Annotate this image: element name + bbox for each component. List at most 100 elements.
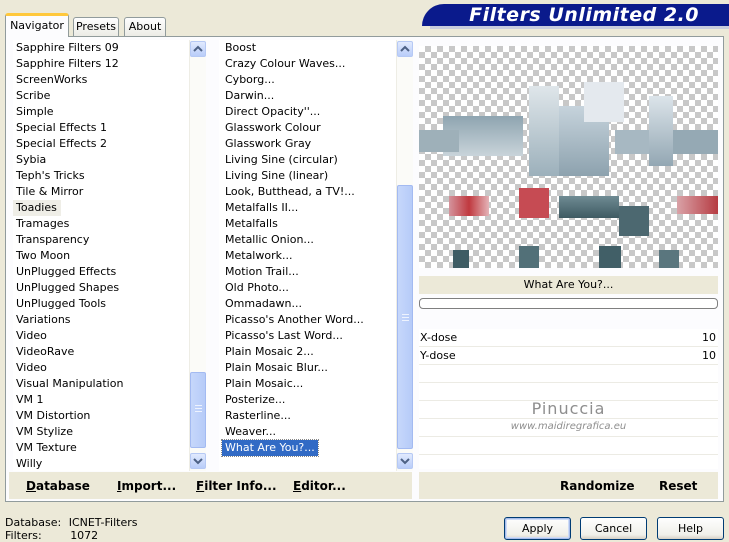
list-item[interactable]: Crazy Colour Waves... [222, 56, 413, 72]
randomize-button[interactable]: Randomize [560, 479, 634, 493]
filter-preview-image [419, 46, 718, 268]
list-item[interactable]: Weaver... [222, 424, 413, 440]
list-item[interactable]: Plain Mosaic... [222, 376, 413, 392]
param-label: Y-dose [420, 349, 456, 362]
chevron-up-icon [193, 45, 203, 52]
import-button[interactable]: Import... [117, 479, 176, 493]
list-item[interactable]: Picasso's Another Word... [222, 312, 413, 328]
list-item[interactable]: Metalfalls II... [222, 200, 413, 216]
database-value: ICNET-Filters [68, 516, 138, 529]
app-title: Filters Unlimited 2.0 [422, 4, 729, 26]
list-item[interactable]: Video [13, 328, 206, 344]
chevron-down-icon [400, 458, 410, 465]
list-item[interactable]: Glasswork Gray [222, 136, 413, 152]
list-item[interactable]: Look, Butthead, a TV!... [222, 184, 413, 200]
list-item[interactable]: VideoRave [13, 344, 206, 360]
list-item[interactable]: Living Sine (linear) [222, 168, 413, 184]
database-button[interactable]: Database [26, 479, 90, 493]
editor-button[interactable]: Editor... [293, 479, 346, 493]
list-item[interactable]: Plain Mosaic 2... [222, 344, 413, 360]
tab-about[interactable]: About [124, 17, 166, 36]
scroll-up-button[interactable] [190, 41, 206, 57]
list-item[interactable]: Cyborg... [222, 72, 413, 88]
preview-command-bar: Randomize Reset [419, 472, 718, 499]
list-item[interactable]: Video [13, 360, 206, 376]
list-item[interactable]: ScreenWorks [13, 72, 206, 88]
progress-bar [419, 298, 718, 309]
title-banner-shadow [430, 26, 729, 29]
filter-scrollbar[interactable] [396, 40, 413, 471]
list-item[interactable]: Willy [13, 456, 206, 471]
list-item[interactable]: VM Distortion [13, 408, 206, 424]
list-item[interactable]: Toadies [13, 200, 61, 216]
scroll-up-button[interactable] [397, 41, 413, 57]
list-item[interactable]: Sapphire Filters 12 [13, 56, 206, 72]
watermark-name: Pinuccia [531, 399, 606, 418]
param-row-empty [419, 437, 718, 455]
reset-button[interactable]: Reset [659, 479, 697, 493]
list-item[interactable]: Living Sine (circular) [222, 152, 413, 168]
category-list[interactable]: Sapphire Filters 09 Sapphire Filters 12 Sc… [13, 40, 206, 471]
list-item[interactable]: Special Effects 2 [13, 136, 206, 152]
list-item[interactable]: Sapphire Filters 09 [13, 40, 206, 56]
list-item[interactable]: Tile & Mirror [13, 184, 206, 200]
watermark-url: www.maidiregrafica.eu [510, 421, 627, 432]
list-item[interactable]: Picasso's Last Word... [222, 328, 413, 344]
command-bar: Database Import... Filter Info... Editor… [9, 472, 412, 499]
list-item[interactable]: Motion Trail... [222, 264, 413, 280]
list-item[interactable]: Rasterline... [222, 408, 413, 424]
list-item[interactable]: What Are You?... [221, 439, 319, 457]
scroll-thumb[interactable] [190, 372, 206, 448]
list-item[interactable]: Visual Manipulation [13, 376, 206, 392]
category-scrollbar[interactable] [189, 40, 206, 471]
list-item[interactable]: UnPlugged Tools [13, 296, 206, 312]
help-button[interactable]: Help [657, 517, 724, 540]
param-row-x-dose[interactable]: X-dose 10 [419, 329, 718, 347]
scroll-down-button[interactable] [397, 453, 413, 469]
tab-navigator[interactable]: Navigator [5, 13, 69, 37]
list-item[interactable]: Old Photo... [222, 280, 413, 296]
filter-info-button[interactable]: Filter Info... [196, 479, 277, 493]
scroll-thumb[interactable] [397, 185, 413, 449]
list-item[interactable]: Special Effects 1 [13, 120, 206, 136]
apply-button[interactable]: Apply [504, 517, 571, 540]
list-item[interactable]: Ommadawn... [222, 296, 413, 312]
filters-status: Filters: 1072 [5, 529, 98, 542]
list-item[interactable]: Darwin... [222, 88, 413, 104]
list-item[interactable]: Transparency [13, 232, 206, 248]
param-value[interactable]: 10 [702, 347, 716, 364]
list-item[interactable]: Tramages [13, 216, 206, 232]
list-item[interactable]: Direct Opacity''... [222, 104, 413, 120]
param-row-empty [419, 365, 718, 383]
list-item[interactable]: Teph's Tricks [13, 168, 206, 184]
list-item[interactable]: Plain Mosaic Blur... [222, 360, 413, 376]
param-row-y-dose[interactable]: Y-dose 10 [419, 347, 718, 365]
database-status: Database: ICNET-Filters [5, 516, 137, 529]
chevron-up-icon [400, 45, 410, 52]
scroll-down-button[interactable] [190, 453, 206, 469]
list-item[interactable]: Two Moon [13, 248, 206, 264]
list-item[interactable]: Variations [13, 312, 206, 328]
list-item[interactable]: Posterize... [222, 392, 413, 408]
list-item[interactable]: Boost [222, 40, 413, 56]
param-value[interactable]: 10 [702, 329, 716, 346]
filters-label: Filters: [5, 529, 42, 542]
list-item[interactable]: Sybia [13, 152, 206, 168]
list-item[interactable]: Metalwork... [222, 248, 413, 264]
current-filter-name: What Are You?... [419, 276, 718, 294]
filter-list[interactable]: Boost Crazy Colour Waves... Cyborg... Darwi… [219, 40, 413, 471]
list-item[interactable]: Metalfalls [222, 216, 413, 232]
list-item[interactable]: Simple [13, 104, 206, 120]
cancel-button[interactable]: Cancel [580, 517, 647, 540]
list-item[interactable]: VM Stylize [13, 424, 206, 440]
list-item[interactable]: VM 1 [13, 392, 206, 408]
list-item[interactable]: Metallic Onion... [222, 232, 413, 248]
database-label: Database: [5, 516, 62, 529]
list-item[interactable]: VM Texture [13, 440, 206, 456]
param-label: X-dose [420, 331, 458, 344]
list-item[interactable]: UnPlugged Effects [13, 264, 206, 280]
list-item[interactable]: Scribe [13, 88, 206, 104]
list-item[interactable]: UnPlugged Shapes [13, 280, 206, 296]
tab-presets[interactable]: Presets [73, 17, 119, 36]
list-item[interactable]: Glasswork Colour [222, 120, 413, 136]
